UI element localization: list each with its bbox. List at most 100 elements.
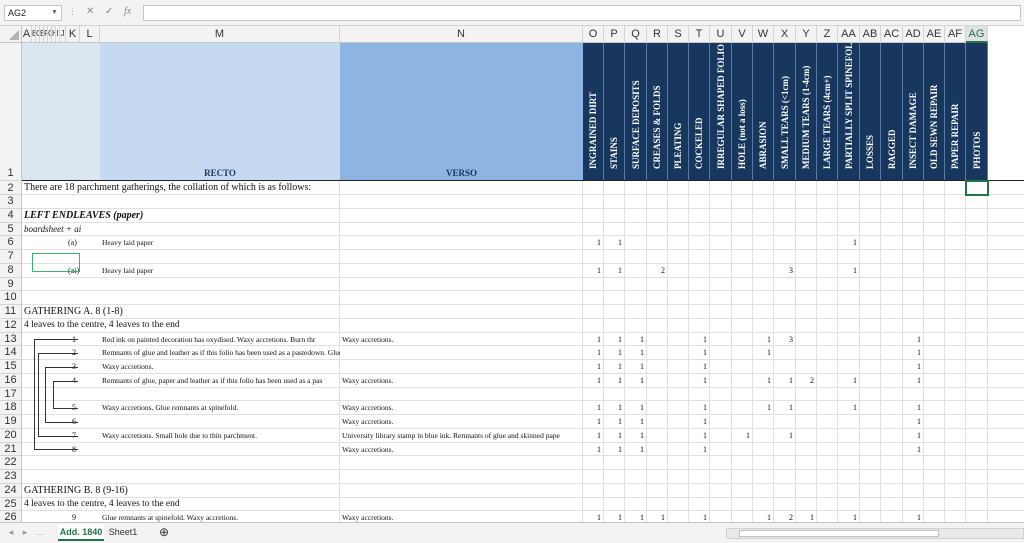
condition-count[interactable]: 1: [583, 429, 601, 443]
condition-count[interactable]: 1: [604, 401, 622, 415]
column-header-ag[interactable]: AG: [966, 26, 988, 43]
column-header-k[interactable]: K: [66, 26, 80, 43]
condition-count[interactable]: 1: [838, 401, 857, 415]
condition-count[interactable]: 1: [753, 346, 771, 360]
condition-count[interactable]: 1: [689, 511, 707, 522]
sheet-tab-add-1840[interactable]: Add. 1840: [58, 524, 104, 541]
formula-input[interactable]: [143, 5, 1021, 21]
condition-count[interactable]: 1: [604, 443, 622, 457]
column-header-a[interactable]: A: [22, 26, 32, 43]
condition-count[interactable]: 1: [625, 429, 644, 443]
condition-count[interactable]: 1: [838, 374, 857, 388]
column-header-n[interactable]: N: [340, 26, 583, 43]
condition-count[interactable]: 1: [604, 333, 622, 347]
condition-count[interactable]: 1: [689, 346, 707, 360]
row-header-24[interactable]: 24: [0, 483, 22, 498]
condition-count[interactable]: 1: [583, 360, 601, 374]
column-header-q[interactable]: Q: [625, 26, 647, 43]
condition-count[interactable]: 1: [583, 511, 601, 522]
condition-count[interactable]: 1: [625, 443, 644, 457]
row-header-22[interactable]: 22: [0, 456, 22, 470]
condition-count[interactable]: 1: [903, 415, 921, 429]
condition-count[interactable]: 1: [774, 374, 793, 388]
condition-count[interactable]: 1: [689, 333, 707, 347]
column-header-u[interactable]: U: [710, 26, 732, 43]
next-sheet-icon[interactable]: ▸: [18, 524, 32, 541]
condition-count[interactable]: 1: [625, 374, 644, 388]
condition-count[interactable]: 1: [689, 415, 707, 429]
row-header-17[interactable]: 17: [0, 387, 22, 402]
row-header-25[interactable]: 25: [0, 497, 22, 512]
condition-count[interactable]: 1: [604, 264, 622, 278]
condition-count[interactable]: 1: [604, 360, 622, 374]
condition-count[interactable]: 1: [689, 443, 707, 457]
chevron-down-icon[interactable]: ▼: [51, 5, 58, 21]
condition-count[interactable]: 1: [583, 443, 601, 457]
column-header-p[interactable]: P: [604, 26, 625, 43]
row-header-11[interactable]: 11: [0, 305, 22, 319]
column-header-af[interactable]: AF: [945, 26, 966, 43]
condition-count[interactable]: 1: [625, 333, 644, 347]
row-header-15[interactable]: 15: [0, 360, 22, 374]
condition-count[interactable]: 2: [774, 511, 793, 522]
condition-count[interactable]: 1: [625, 415, 644, 429]
condition-count[interactable]: 1: [689, 360, 707, 374]
condition-count[interactable]: 1: [753, 401, 771, 415]
row-header-1[interactable]: 1: [0, 43, 22, 181]
column-header-l[interactable]: L: [80, 26, 100, 43]
condition-count[interactable]: 1: [753, 511, 771, 522]
condition-count[interactable]: 1: [583, 415, 601, 429]
condition-count[interactable]: 1: [604, 429, 622, 443]
column-header-ac[interactable]: AC: [881, 26, 903, 43]
condition-count[interactable]: 1: [732, 429, 750, 443]
column-header-y[interactable]: Y: [796, 26, 817, 43]
row-header-9[interactable]: 9: [0, 277, 22, 292]
row-header-6[interactable]: 6: [0, 236, 22, 250]
condition-count[interactable]: 1: [838, 264, 857, 278]
column-header-r[interactable]: R: [647, 26, 668, 43]
row-header-20[interactable]: 20: [0, 428, 22, 443]
column-header-t[interactable]: T: [689, 26, 710, 43]
condition-count[interactable]: 1: [583, 333, 601, 347]
condition-count[interactable]: 1: [625, 360, 644, 374]
scrollbar-thumb[interactable]: [739, 530, 939, 537]
row-header-10[interactable]: 10: [0, 291, 22, 305]
column-header-m[interactable]: M: [100, 26, 340, 43]
row-header-19[interactable]: 19: [0, 415, 22, 429]
row-header-12[interactable]: 12: [0, 318, 22, 333]
enter-icon[interactable]: ✓: [105, 6, 113, 17]
condition-count[interactable]: 1: [604, 374, 622, 388]
condition-count[interactable]: 1: [838, 236, 857, 250]
sheet-grid[interactable]: RECTO VERSO INGRAINED DIRT STAINS SURFACE DE…: [22, 43, 1024, 522]
condition-count[interactable]: 1: [903, 401, 921, 415]
row-header-14[interactable]: 14: [0, 346, 22, 360]
row-header-3[interactable]: 3: [0, 195, 22, 209]
cancel-icon[interactable]: ✕: [86, 6, 94, 17]
column-header-s[interactable]: S: [668, 26, 689, 43]
condition-count[interactable]: 1: [604, 511, 622, 522]
condition-count[interactable]: 1: [753, 374, 771, 388]
column-header-o[interactable]: O: [583, 26, 604, 43]
condition-count[interactable]: 2: [647, 264, 665, 278]
condition-count[interactable]: 1: [796, 511, 814, 522]
condition-count[interactable]: 1: [583, 374, 601, 388]
condition-count[interactable]: 1: [903, 443, 921, 457]
column-header-ae[interactable]: AE: [924, 26, 945, 43]
condition-count[interactable]: 1: [903, 429, 921, 443]
condition-count[interactable]: 1: [583, 401, 601, 415]
prev-sheet-icon[interactable]: ◂: [4, 524, 18, 541]
condition-count[interactable]: 3: [774, 333, 793, 347]
condition-count[interactable]: 1: [604, 415, 622, 429]
row-header-18[interactable]: 18: [0, 401, 22, 415]
condition-count[interactable]: 1: [903, 346, 921, 360]
select-all-corner[interactable]: [0, 26, 22, 43]
condition-count[interactable]: 1: [625, 346, 644, 360]
condition-count[interactable]: 1: [604, 346, 622, 360]
row-header-2[interactable]: 2: [0, 181, 22, 195]
column-header-x[interactable]: X: [774, 26, 796, 43]
condition-count[interactable]: 3: [774, 264, 793, 278]
row-header-16[interactable]: 16: [0, 373, 22, 388]
condition-count[interactable]: 1: [689, 429, 707, 443]
condition-count[interactable]: 1: [903, 511, 921, 522]
row-header-23[interactable]: 23: [0, 470, 22, 484]
